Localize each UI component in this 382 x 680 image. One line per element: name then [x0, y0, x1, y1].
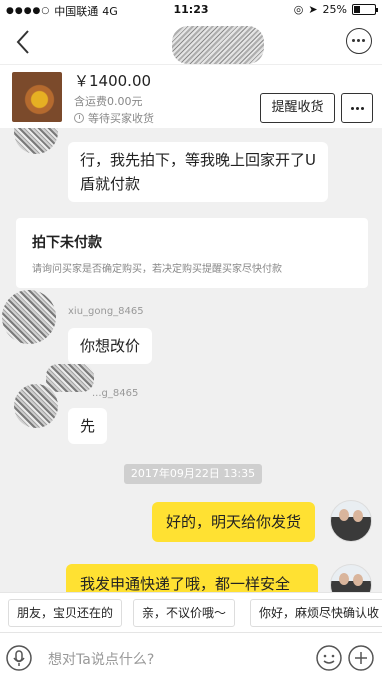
- my-message-bubble: 我发申通快递了哦，都一样安全的: [66, 564, 318, 592]
- quick-replies-bar: 朋友，宝贝还在的 亲，不议价哦～ 你好，麻烦尽快确认收: [0, 592, 382, 632]
- battery-percent: 25%: [322, 3, 347, 16]
- message-bubble: 你想改价: [68, 328, 153, 364]
- buyer-username-redacted: [46, 364, 94, 392]
- buyer-username: xiu_gong_8465: [68, 306, 144, 317]
- my-message-bubble: 好的，明天给你发货: [152, 502, 316, 542]
- product-price: ￥1400.00: [74, 72, 152, 90]
- order-more-button[interactable]: [341, 93, 373, 123]
- order-state: 等待买家收货: [74, 110, 154, 126]
- message-input-bar: 想对Ta说点什么?: [0, 632, 382, 680]
- message-text: 先: [80, 417, 96, 435]
- contact-name-redacted: [172, 26, 264, 64]
- product-thumbnail: [12, 72, 62, 122]
- chat-list[interactable]: 行，我先拍下，等我晚上回家开了U盾就付款 拍下未付款 请询问买家是否确定购买，若…: [0, 128, 382, 592]
- message-text: 行，我先拍下，等我晚上回家开了U盾就付款: [80, 151, 316, 193]
- microphone-icon[interactable]: [6, 645, 32, 671]
- more-options-icon[interactable]: [346, 28, 372, 54]
- nav-bar: [0, 20, 382, 64]
- quick-reply-chip[interactable]: 朋友，宝贝还在的: [8, 599, 123, 627]
- order-card-desc: 请询问买家是否确定购买，若决定购买提醒买家尽快付款: [32, 264, 282, 275]
- message-input[interactable]: 想对Ta说点什么?: [48, 649, 154, 669]
- product-card[interactable]: ￥1400.00 含运费0.00元 等待买家收货 提醒收货: [0, 64, 382, 128]
- my-avatar: [330, 564, 372, 592]
- order-card-title: 拍下未付款: [32, 235, 102, 251]
- message-text: 我发申通快递了哦，都一样安全的: [80, 575, 291, 592]
- quick-reply-chip[interactable]: 亲，不议价哦～: [133, 599, 236, 627]
- message-bubble: 先: [68, 408, 108, 444]
- shipping-fee: 含运费0.00元: [74, 95, 143, 108]
- order-status-card[interactable]: 拍下未付款 请询问买家是否确定购买，若决定购买提醒买家尽快付款: [16, 218, 368, 288]
- status-bar: ●●●●○ 中国联通 4G 11:23 ◎ ➤ 25%: [0, 0, 382, 20]
- message-text: 好的，明天给你发货: [166, 513, 302, 531]
- buyer-avatar: [14, 128, 58, 154]
- plus-icon[interactable]: [348, 645, 374, 671]
- my-avatar: [330, 500, 372, 542]
- emoji-icon[interactable]: [316, 645, 342, 671]
- clock-icon: [74, 113, 84, 123]
- message-text: 你想改价: [80, 337, 141, 355]
- message-timestamp: 2017年09月22日 13:35: [124, 464, 262, 484]
- lock-rotation-icon: ◎: [293, 3, 304, 16]
- battery-icon: [352, 4, 378, 15]
- quick-reply-chip[interactable]: 你好，麻烦尽快确认收: [250, 599, 382, 627]
- remind-receive-button[interactable]: 提醒收货: [260, 93, 335, 123]
- back-arrow-icon[interactable]: [12, 28, 36, 56]
- message-bubble: 行，我先拍下，等我晚上回家开了U盾就付款: [68, 142, 328, 202]
- location-icon: ➤: [308, 3, 318, 16]
- buyer-avatar: [2, 290, 56, 344]
- buyer-username: ...g_8465: [92, 388, 139, 399]
- order-state-label: 等待买家收货: [88, 112, 154, 125]
